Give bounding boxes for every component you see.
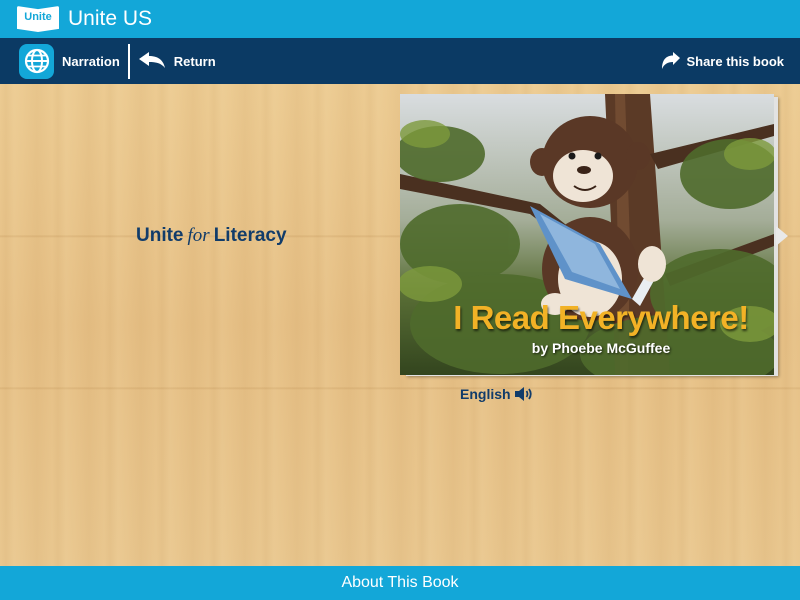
return-button[interactable]: Return <box>138 51 216 71</box>
language-label: English <box>460 386 511 402</box>
language-audio-button[interactable]: English <box>460 386 534 402</box>
share-arrow-icon <box>662 52 681 69</box>
globe-icon <box>24 48 49 74</box>
speaker-icon <box>514 387 532 401</box>
about-this-book-button[interactable]: About This Book <box>341 574 458 592</box>
narration-button[interactable] <box>19 43 54 79</box>
bottom-bar: About This Book <box>0 566 800 600</box>
return-arrow-icon <box>138 52 165 68</box>
nav-bar: Narration Return Share this book <box>0 38 800 84</box>
brand-logo: Unite for Literacy <box>136 225 287 247</box>
cover-image[interactable]: I Read Everywhere! by Phoebe McGuffee <box>400 94 774 375</box>
nav-divider <box>127 43 130 79</box>
brand-part-for: for <box>187 225 210 246</box>
brand-part-literacy: Literacy <box>213 225 287 246</box>
share-button[interactable]: Share this book <box>661 38 784 84</box>
return-label: Return <box>173 53 216 69</box>
book-logo-icon[interactable]: Unite <box>17 4 59 34</box>
book-cover[interactable]: I Read Everywhere! by Phoebe McGuffee <box>400 94 780 376</box>
narration-label[interactable]: Narration <box>62 54 120 69</box>
next-page-arrow-icon[interactable] <box>776 226 788 246</box>
logo-text: Unite <box>24 11 52 23</box>
top-bar: Unite Unite US <box>0 0 800 38</box>
app-title: Unite US <box>68 7 153 30</box>
brand-part-unite: Unite <box>136 225 184 246</box>
book-author: by Phoebe McGuffee <box>531 340 671 356</box>
share-label: Share this book <box>686 53 784 69</box>
bookshelf-area: Unite for Literacy I Read Everywhere! by… <box>0 84 800 566</box>
book-title: I Read Everywhere! <box>453 299 749 336</box>
